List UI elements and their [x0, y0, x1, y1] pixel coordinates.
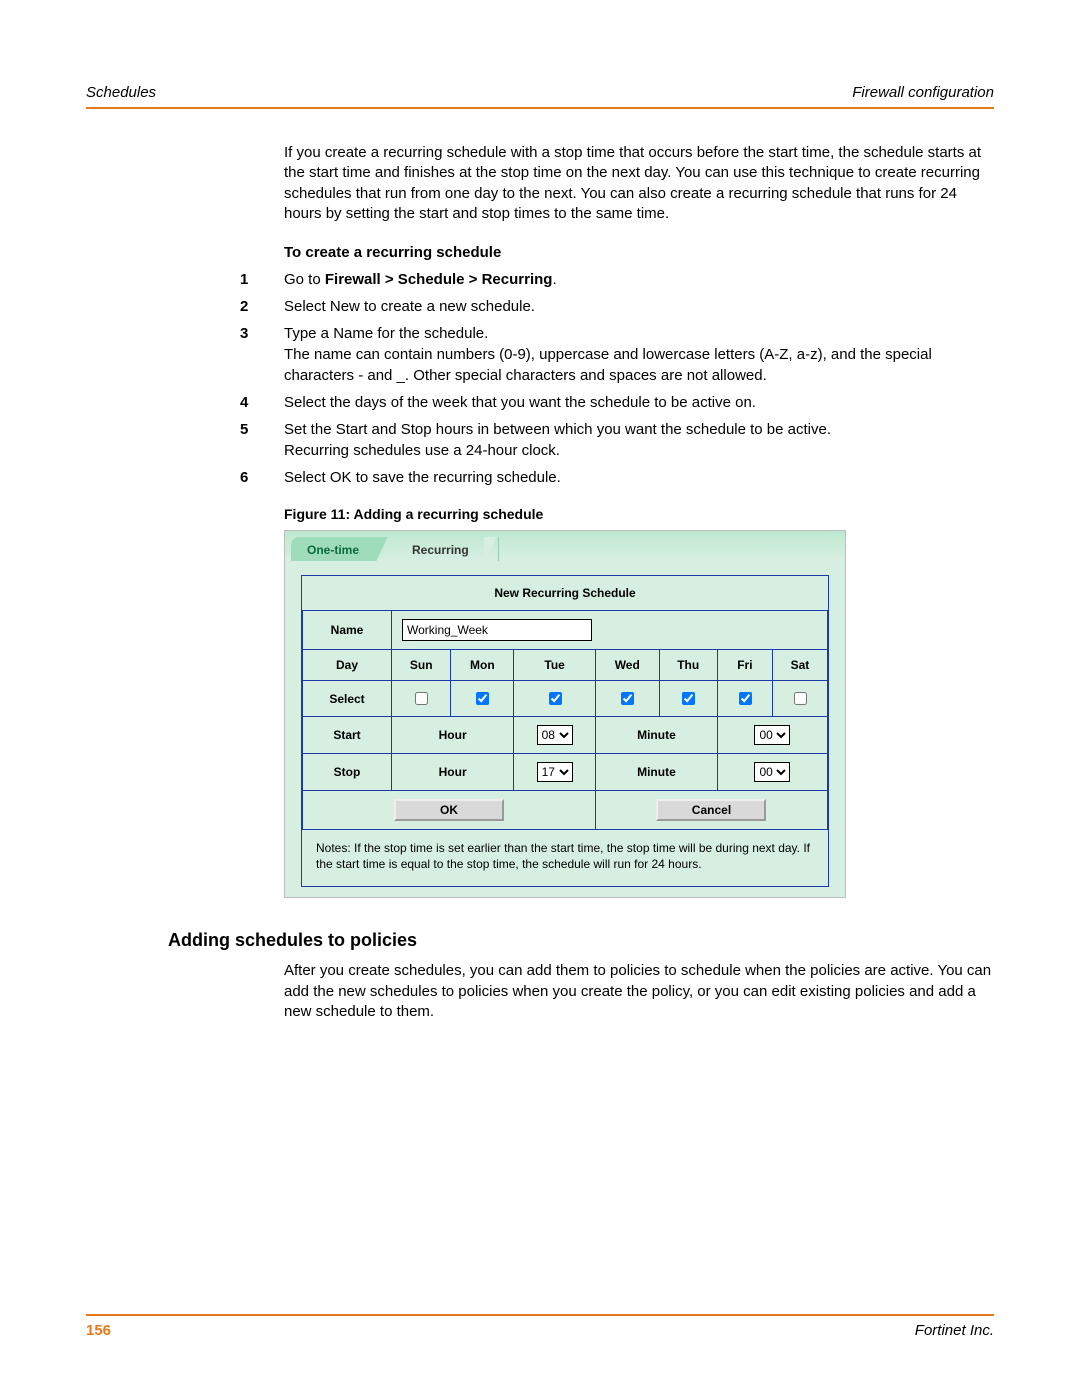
- stop-row: Stop Hour 17 Minute 00: [303, 754, 828, 791]
- section-heading: Adding schedules to policies: [168, 930, 994, 951]
- page-footer: 156 Fortinet Inc.: [86, 1314, 994, 1339]
- day-checkbox-thu[interactable]: [682, 692, 695, 705]
- procedure-steps: 1 Go to Firewall > Schedule > Recurring.…: [284, 269, 994, 488]
- hour-label: Hour: [392, 717, 514, 754]
- day-checkbox-tue[interactable]: [549, 692, 562, 705]
- minute-label: Minute: [595, 717, 717, 754]
- select-row: Select: [303, 681, 828, 717]
- day-col: Thu: [659, 650, 717, 681]
- form-notes: Notes: If the stop time is set earlier t…: [302, 830, 828, 886]
- day-col: Sun: [392, 650, 451, 681]
- section-body: After you create schedules, you can add …: [284, 961, 994, 1022]
- day-col: Fri: [717, 650, 772, 681]
- day-checkbox-sat[interactable]: [794, 692, 807, 705]
- step-text: Type a Name for the schedule. The name c…: [284, 323, 994, 386]
- day-checkbox-wed[interactable]: [621, 692, 634, 705]
- day-header-row: Day Sun Mon Tue Wed Thu Fri Sat: [303, 650, 828, 681]
- start-label: Start: [303, 717, 392, 754]
- page-header: Schedules Firewall configuration: [86, 84, 994, 109]
- step-number: 2: [240, 296, 284, 317]
- step-text: Select OK to save the recurring schedule…: [284, 467, 994, 488]
- button-row: OK Cancel: [303, 791, 828, 830]
- procedure-heading: To create a recurring schedule: [284, 244, 994, 261]
- header-right: Firewall configuration: [852, 84, 994, 101]
- step-number: 6: [240, 467, 284, 488]
- day-checkbox-mon[interactable]: [476, 692, 489, 705]
- cancel-button[interactable]: Cancel: [656, 799, 766, 821]
- stop-hour-select[interactable]: 17: [537, 762, 573, 782]
- day-col: Wed: [595, 650, 659, 681]
- start-hour-select[interactable]: 08: [537, 725, 573, 745]
- day-col: Tue: [514, 650, 596, 681]
- select-label: Select: [303, 681, 392, 717]
- ok-button[interactable]: OK: [394, 799, 504, 821]
- tab-one-time[interactable]: One-time: [291, 537, 376, 561]
- footer-right: Fortinet Inc.: [915, 1322, 994, 1339]
- schedule-table: Name Day Sun Mon Tue Wed Thu: [302, 611, 828, 830]
- stop-label: Stop: [303, 754, 392, 791]
- hour-label: Hour: [392, 754, 514, 791]
- step-text: Set the Start and Stop hours in between …: [284, 419, 994, 461]
- header-left: Schedules: [86, 84, 156, 101]
- day-col: Mon: [451, 650, 514, 681]
- step-number: 4: [240, 392, 284, 413]
- minute-label: Minute: [595, 754, 717, 791]
- day-label: Day: [303, 650, 392, 681]
- name-input[interactable]: [402, 619, 592, 641]
- tab-bar: One-time Recurring: [285, 531, 845, 561]
- step-text: Go to Firewall > Schedule > Recurring.: [284, 269, 994, 290]
- figure-caption: Figure 11: Adding a recurring schedule: [284, 506, 994, 522]
- tab-recurring[interactable]: Recurring: [396, 537, 485, 561]
- stop-minute-select[interactable]: 00: [754, 762, 790, 782]
- start-minute-select[interactable]: 00: [754, 725, 790, 745]
- step-text: Select New to create a new schedule.: [284, 296, 994, 317]
- schedule-form-screenshot: One-time Recurring New Recurring Schedul…: [284, 530, 846, 898]
- page-number: 156: [86, 1322, 111, 1339]
- name-label: Name: [303, 611, 392, 650]
- intro-paragraph: If you create a recurring schedule with …: [284, 143, 994, 224]
- form-frame: New Recurring Schedule Name Day Sun Mon: [301, 575, 829, 887]
- step-number: 5: [240, 419, 284, 440]
- start-row: Start Hour 08 Minute 00: [303, 717, 828, 754]
- step-text: Select the days of the week that you wan…: [284, 392, 994, 413]
- day-col: Sat: [772, 650, 827, 681]
- step-number: 3: [240, 323, 284, 344]
- form-title: New Recurring Schedule: [302, 576, 828, 611]
- step-number: 1: [240, 269, 284, 290]
- day-checkbox-fri[interactable]: [739, 692, 752, 705]
- day-checkbox-sun[interactable]: [415, 692, 428, 705]
